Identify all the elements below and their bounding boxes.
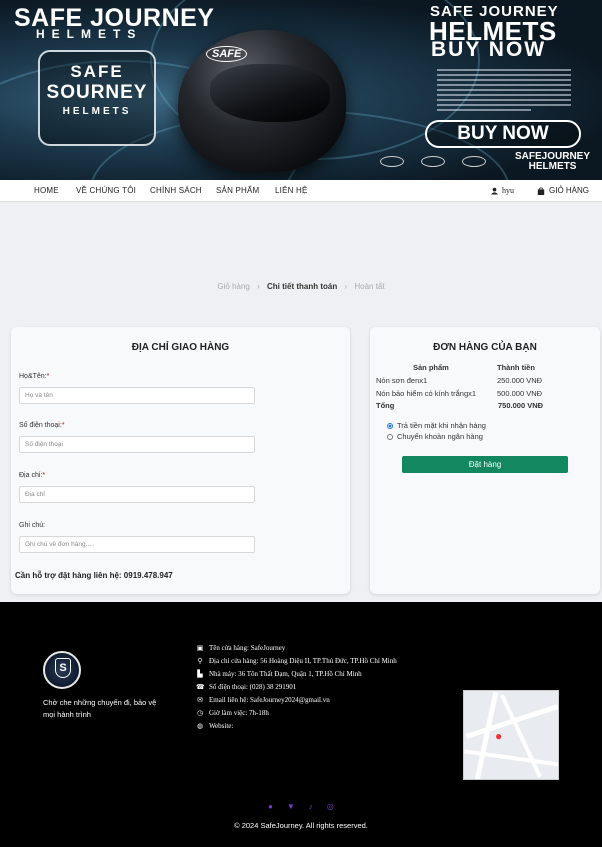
note-label: Ghi chú: xyxy=(19,522,46,529)
clock-icon: ◷ xyxy=(196,709,204,717)
instagram-icon[interactable]: ◎ xyxy=(327,802,334,811)
shipping-address-card: ĐỊA CHỈ GIAO HÀNG Họ&Tên:* Họ và tên Số … xyxy=(11,327,350,594)
footer-info-factory: ▙ Nhà máy: 36 Tôn Thất Đạm, Quận 1, TP.Hồ… xyxy=(196,670,362,678)
footer-info-phone: ☎ Số điện thoại: (028) 38 291901 xyxy=(196,683,296,691)
footer-info-text: Email liên hệ: SafeJourney2024@gmail.vn xyxy=(209,696,330,704)
address-input[interactable]: Địa chỉ xyxy=(19,486,255,503)
col-product-header: Sản phẩm xyxy=(413,363,449,372)
email-icon: ✉ xyxy=(197,696,203,704)
footer-info-text: Giờ làm việc: 7h-18h xyxy=(209,709,269,717)
banner-buy-now-button[interactable]: BUY NOW xyxy=(425,120,581,148)
promo-line: BUY NOW xyxy=(431,38,547,61)
nav-policy[interactable]: CHÍNH SÁCH xyxy=(150,186,202,195)
banner-badge-logo: SAFE SOURNEY HELMETS xyxy=(38,50,156,146)
order-title: ĐƠN HÀNG CỦA BẠN xyxy=(433,342,537,353)
footer-info-text: Số điện thoại: (028) 38 291901 xyxy=(209,683,297,691)
banner-fine-print xyxy=(437,66,571,114)
footer-info-address: ⚲ Địa chỉ cửa hàng: 56 Hoàng Diệu II, TP.… xyxy=(196,657,397,665)
place-order-button[interactable]: Đặt hàng xyxy=(402,456,568,473)
store-map[interactable]: ● xyxy=(463,690,559,780)
checkout-breadcrumb: Giỏ hàng › Chi tiết thanh toán › Hoàn tấ… xyxy=(0,282,602,291)
nav-cart-label: GIỎ HÀNG xyxy=(549,186,590,195)
location-icon: ⚲ xyxy=(197,657,203,665)
footer-info-text: Nhà máy: 36 Tôn Thất Đạm, Quận 1, TP.Hồ … xyxy=(209,670,362,678)
banner-slide-indicators[interactable] xyxy=(380,154,503,172)
shopping-bag-icon xyxy=(537,186,545,195)
address-label: Địa chỉ:* xyxy=(19,472,45,479)
footer-info-website: ◍ Website: xyxy=(196,722,233,730)
support-hotline: Cần hỗ trợ đặt hàng liên hệ: 0919.478.94… xyxy=(15,571,173,580)
nav-products[interactable]: SẢN PHẨM xyxy=(216,186,259,195)
badge-text: HELMETS xyxy=(62,106,132,117)
payment-cod-label: Trả tiền mặt khi nhận hàng xyxy=(397,421,486,430)
order-total-value: 750.000 VNĐ xyxy=(498,401,544,410)
social-links: ● ▼ ♪ ◎ xyxy=(268,802,334,811)
user-icon xyxy=(491,187,498,194)
name-label: Họ&Tên:* xyxy=(19,373,49,380)
phone-icon: ☎ xyxy=(196,683,205,691)
phone-label: Số điện thoại:* xyxy=(19,422,65,429)
badge-text: SOURNEY xyxy=(46,82,148,103)
nav-user[interactable]: hyu xyxy=(491,186,514,195)
twitter-icon[interactable]: ▼ xyxy=(287,802,295,811)
payment-transfer-option[interactable]: Chuyển khoản ngân hàng xyxy=(387,432,483,441)
name-input[interactable]: Họ và tên xyxy=(19,387,255,404)
footer-info-text: Website: xyxy=(209,722,234,730)
footer-copyright: © 2024 SafeJourney. All rights reserved. xyxy=(234,821,368,830)
note-input[interactable]: Ghi chú về đơn hàng..... xyxy=(19,536,255,553)
order-item-price: 250.000 VNĐ xyxy=(497,376,543,385)
order-item-name: Nón bảo hiểm có kính trắngx1 xyxy=(376,389,477,398)
phone-input[interactable]: Số điện thoại xyxy=(19,436,255,453)
banner-brand-bottom: SAFEJOURNEY HELMETS xyxy=(515,152,590,172)
breadcrumb-checkout: Chi tiết thanh toán xyxy=(267,282,338,291)
order-total-label: Tổng xyxy=(376,401,395,410)
footer-info-text: Tên cửa hàng: SafeJourney xyxy=(209,644,286,652)
badge-text: SAFE xyxy=(70,62,124,81)
map-pin-icon: ● xyxy=(495,729,503,743)
globe-icon: ◍ xyxy=(196,722,204,730)
breadcrumb-cart[interactable]: Giỏ hàng xyxy=(217,282,249,291)
footer-info-store: ▣ Tên cửa hàng: SafeJourney xyxy=(196,644,286,652)
address-label-text: Địa chỉ: xyxy=(19,472,43,479)
footer-info-text: Địa chỉ cửa hàng: 56 Hoàng Diệu II, TP.T… xyxy=(209,657,397,665)
breadcrumb-complete: Hoàn tất xyxy=(354,282,385,291)
banner-brand-bottom-line: HELMETS xyxy=(528,161,577,172)
factory-icon: ▙ xyxy=(197,670,203,678)
site-footer: S Chở che những chuyến đi, bảo vệ mọi hà… xyxy=(0,602,602,847)
facebook-icon[interactable]: ● xyxy=(268,802,273,811)
hero-banner: SAFE JOURNEY HELMETS SAFE SOURNEY HELMET… xyxy=(0,0,602,180)
footer-tagline: Chở che những chuyến đi, bảo vệ mọi hành… xyxy=(43,698,157,719)
chevron-right-icon: › xyxy=(257,282,260,291)
name-label-text: Họ&Tên: xyxy=(19,373,47,380)
store-icon: ▣ xyxy=(196,644,204,652)
order-item-price: 500.000 VNĐ xyxy=(497,389,543,398)
footer-info-email: ✉ Email liên hệ: SafeJourney2024@gmail.vn xyxy=(196,696,330,704)
required-mark: * xyxy=(46,373,50,380)
nav-user-label: hyu xyxy=(502,186,514,195)
tiktok-icon[interactable]: ♪ xyxy=(309,802,313,811)
payment-transfer-label: Chuyển khoản ngân hàng xyxy=(397,432,483,441)
required-mark: * xyxy=(42,472,46,479)
radio-empty-icon[interactable] xyxy=(387,433,393,440)
footer-logo: S xyxy=(43,651,81,689)
nav-home[interactable]: HOME xyxy=(34,186,59,195)
payment-cod-option[interactable]: Trả tiền mặt khi nhận hàng xyxy=(387,421,486,430)
chevron-right-icon: › xyxy=(344,282,348,291)
shipping-title: ĐỊA CHỈ GIAO HÀNG xyxy=(131,342,230,353)
nav-contact[interactable]: LIÊN HỆ xyxy=(275,186,308,195)
helmet-logo: SAFE xyxy=(206,46,248,62)
nav-about[interactable]: VỀ CHÚNG TÔI xyxy=(76,186,136,195)
order-item-name: Nón sơn đenx1 xyxy=(376,376,428,385)
nav-cart[interactable]: GIỎ HÀNG xyxy=(537,186,589,195)
col-total-header: Thành tiền xyxy=(497,363,535,372)
order-summary-card: ĐƠN HÀNG CỦA BẠN Sản phẩm Thành tiền Nón… xyxy=(370,327,600,594)
banner-brand-subtitle: HELMETS xyxy=(36,27,143,41)
phone-label-text: Số điện thoại: xyxy=(19,422,62,429)
footer-info-hours: ◷ Giờ làm việc: 7h-18h xyxy=(196,709,269,717)
required-mark: * xyxy=(61,422,65,429)
radio-selected-icon[interactable] xyxy=(387,422,393,429)
main-navbar: HOME VỀ CHÚNG TÔI CHÍNH SÁCH SẢN PHẨM LI… xyxy=(0,180,602,202)
helmet-visor xyxy=(210,64,330,122)
